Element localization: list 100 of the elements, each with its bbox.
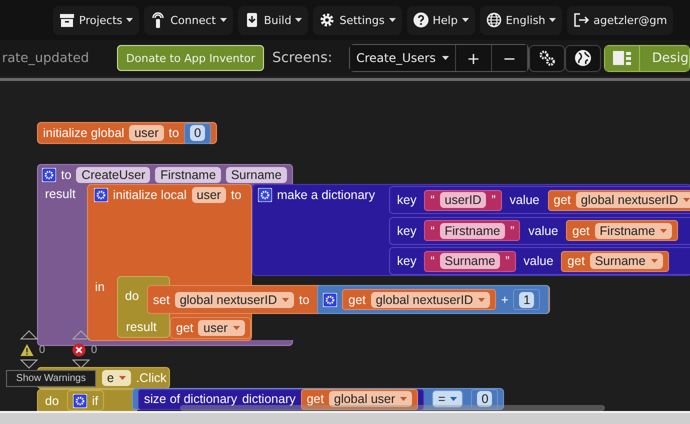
block-label: to <box>61 168 72 182</box>
scroll-down-icon <box>72 359 90 369</box>
caret-icon <box>282 298 289 302</box>
block-label: get <box>567 254 585 268</box>
block-label: key <box>397 193 416 207</box>
menu-button[interactable]: Settings <box>313 6 402 34</box>
dropdown-field[interactable]: Firstname <box>594 222 672 238</box>
block-label: “ <box>430 193 435 207</box>
remove-screen-button[interactable]: − <box>492 45 528 71</box>
dropdown-field[interactable]: e <box>102 370 131 386</box>
screen-dropdown[interactable]: Create_Users <box>350 45 456 71</box>
block-label: ” <box>510 224 514 238</box>
block-label: value <box>528 224 558 238</box>
scroll-up-icon <box>20 330 38 340</box>
gears-icon <box>538 49 556 67</box>
caret-icon <box>478 298 486 302</box>
gear-icon[interactable] <box>94 188 108 202</box>
project-properties-button[interactable] <box>529 44 565 72</box>
block-label: result <box>45 187 76 201</box>
text-field[interactable]: 0 <box>190 125 206 141</box>
block-label: value <box>510 193 540 207</box>
block-label: to <box>298 292 310 306</box>
text-field[interactable]: Firstname <box>155 167 221 183</box>
dropdown-field[interactable]: user <box>198 320 245 336</box>
dropdown-field[interactable]: = <box>432 390 464 408</box>
caret-icon <box>549 18 556 22</box>
dropdown-field[interactable]: global user <box>329 391 412 407</box>
dropdown-field[interactable]: global nextuserID <box>576 192 690 208</box>
gear-icon[interactable] <box>73 394 87 408</box>
antenna-icon <box>150 12 166 28</box>
block-label: get <box>348 292 366 306</box>
scroll-up-icon <box>72 330 90 340</box>
text-field[interactable]: Firstname <box>440 222 506 238</box>
dropdown-field[interactable]: global nextuserID <box>174 292 294 308</box>
gear-icon[interactable] <box>258 188 272 202</box>
block-label: to <box>168 126 180 140</box>
block-label: in <box>95 280 105 294</box>
block-label: to <box>230 188 242 202</box>
block-label: set <box>153 292 170 306</box>
block-label: get <box>306 392 324 406</box>
block-label: make a dictionary <box>277 188 375 202</box>
count-label: 0 <box>39 344 46 356</box>
globe-icon <box>486 12 502 28</box>
block-label: get <box>176 321 194 335</box>
add-screen-button[interactable]: + <box>456 45 492 71</box>
error-icon <box>72 343 86 357</box>
menu-button[interactable]: Projects <box>53 6 140 34</box>
count-label: 0 <box>91 344 98 356</box>
caret-icon <box>650 259 658 263</box>
gear-icon[interactable] <box>323 292 338 306</box>
dropdown-field[interactable]: Surname <box>590 253 663 269</box>
block-label: get <box>572 224 590 238</box>
block-label: dictionary <box>242 392 296 406</box>
globe-button[interactable] <box>565 44 601 72</box>
caret-icon <box>118 376 126 380</box>
designer-toggle[interactable] <box>605 46 639 70</box>
block-label: + <box>501 292 508 306</box>
globe-icon <box>574 49 592 67</box>
caret-icon <box>450 397 458 401</box>
block-label: get <box>554 193 571 207</box>
caret-icon <box>220 18 227 22</box>
block-label: value <box>524 254 554 268</box>
tooltip: Show Warnings <box>6 370 96 387</box>
text-field[interactable]: user <box>129 125 164 141</box>
text-field[interactable]: Surname <box>226 167 287 183</box>
text-field[interactable]: 1 <box>519 292 534 308</box>
caret-icon <box>295 18 302 22</box>
account-button[interactable]: agetzler@gm <box>567 6 674 34</box>
screens-label: Screens: <box>272 50 334 66</box>
block-label: .Click <box>136 371 167 385</box>
dropdown-field[interactable]: global nextuserID <box>370 292 490 308</box>
caret-icon <box>400 397 408 401</box>
logout-icon <box>573 12 590 28</box>
block-label: initialize global <box>43 126 124 140</box>
scrollbar[interactable] <box>180 405 605 411</box>
block-label: ” <box>491 193 496 207</box>
caret-icon <box>388 18 396 22</box>
text-field[interactable]: CreateUser <box>76 167 150 183</box>
block-label: initialize local <box>113 188 187 202</box>
block-label: result <box>126 320 157 334</box>
caret-icon <box>442 56 449 60</box>
project-name: rate_updated <box>2 50 90 66</box>
block-label: “ <box>430 254 435 268</box>
menu-button[interactable]: Build <box>238 6 308 34</box>
layout-icon <box>613 51 631 65</box>
block-label: if <box>92 394 98 408</box>
menu-button[interactable]: English <box>480 6 562 34</box>
caret-icon <box>232 326 240 330</box>
text-field[interactable]: user <box>192 187 226 203</box>
text-field[interactable]: 0 <box>477 391 492 407</box>
block-label: do <box>45 394 59 408</box>
gear-icon[interactable] <box>42 168 56 182</box>
block-label: ” <box>505 254 510 268</box>
caret-icon <box>660 228 668 232</box>
settings-icon <box>319 12 336 28</box>
menu-button[interactable]: Help <box>406 6 475 34</box>
text-field[interactable]: Surname <box>440 253 500 269</box>
help-icon <box>412 12 429 28</box>
menu-button[interactable]: Connect <box>144 6 233 34</box>
text-field[interactable]: userID <box>440 192 486 208</box>
